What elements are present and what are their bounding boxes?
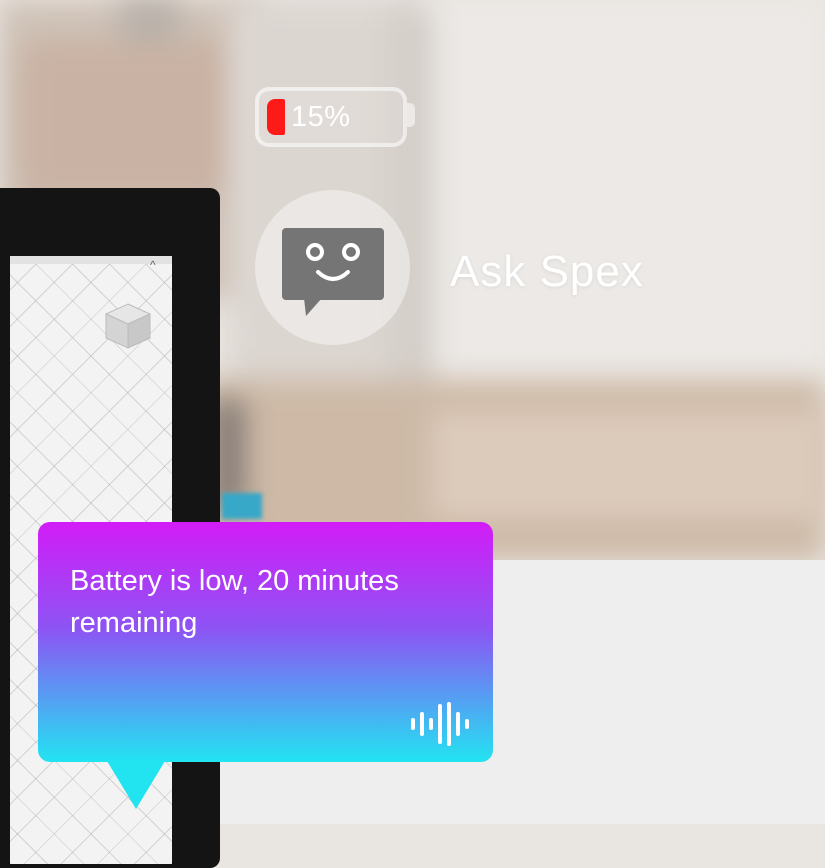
ask-spex-button[interactable] [255, 190, 410, 345]
battery-tip [407, 103, 415, 127]
notification-message: Battery is low, 20 minutes remaining [70, 565, 399, 639]
battery-level-fill [267, 99, 285, 135]
notification-bubble-tail [107, 761, 165, 809]
chat-bot-face-icon [282, 228, 384, 316]
background-door [420, 0, 825, 400]
background-object [222, 493, 262, 519]
ask-spex-label[interactable]: Ask Spex [450, 247, 644, 297]
background-door-frame [392, 10, 432, 400]
background-sofa [20, 40, 230, 200]
caret-up-icon: ^ [150, 258, 156, 272]
background-floor [430, 410, 825, 520]
battery-indicator: 15% [255, 87, 407, 147]
voice-waveform-icon[interactable] [410, 702, 472, 746]
view-cube-icon [104, 303, 152, 349]
notification-bubble: Battery is low, 20 minutes remaining [38, 522, 493, 762]
battery-percent: 15% [291, 101, 351, 133]
